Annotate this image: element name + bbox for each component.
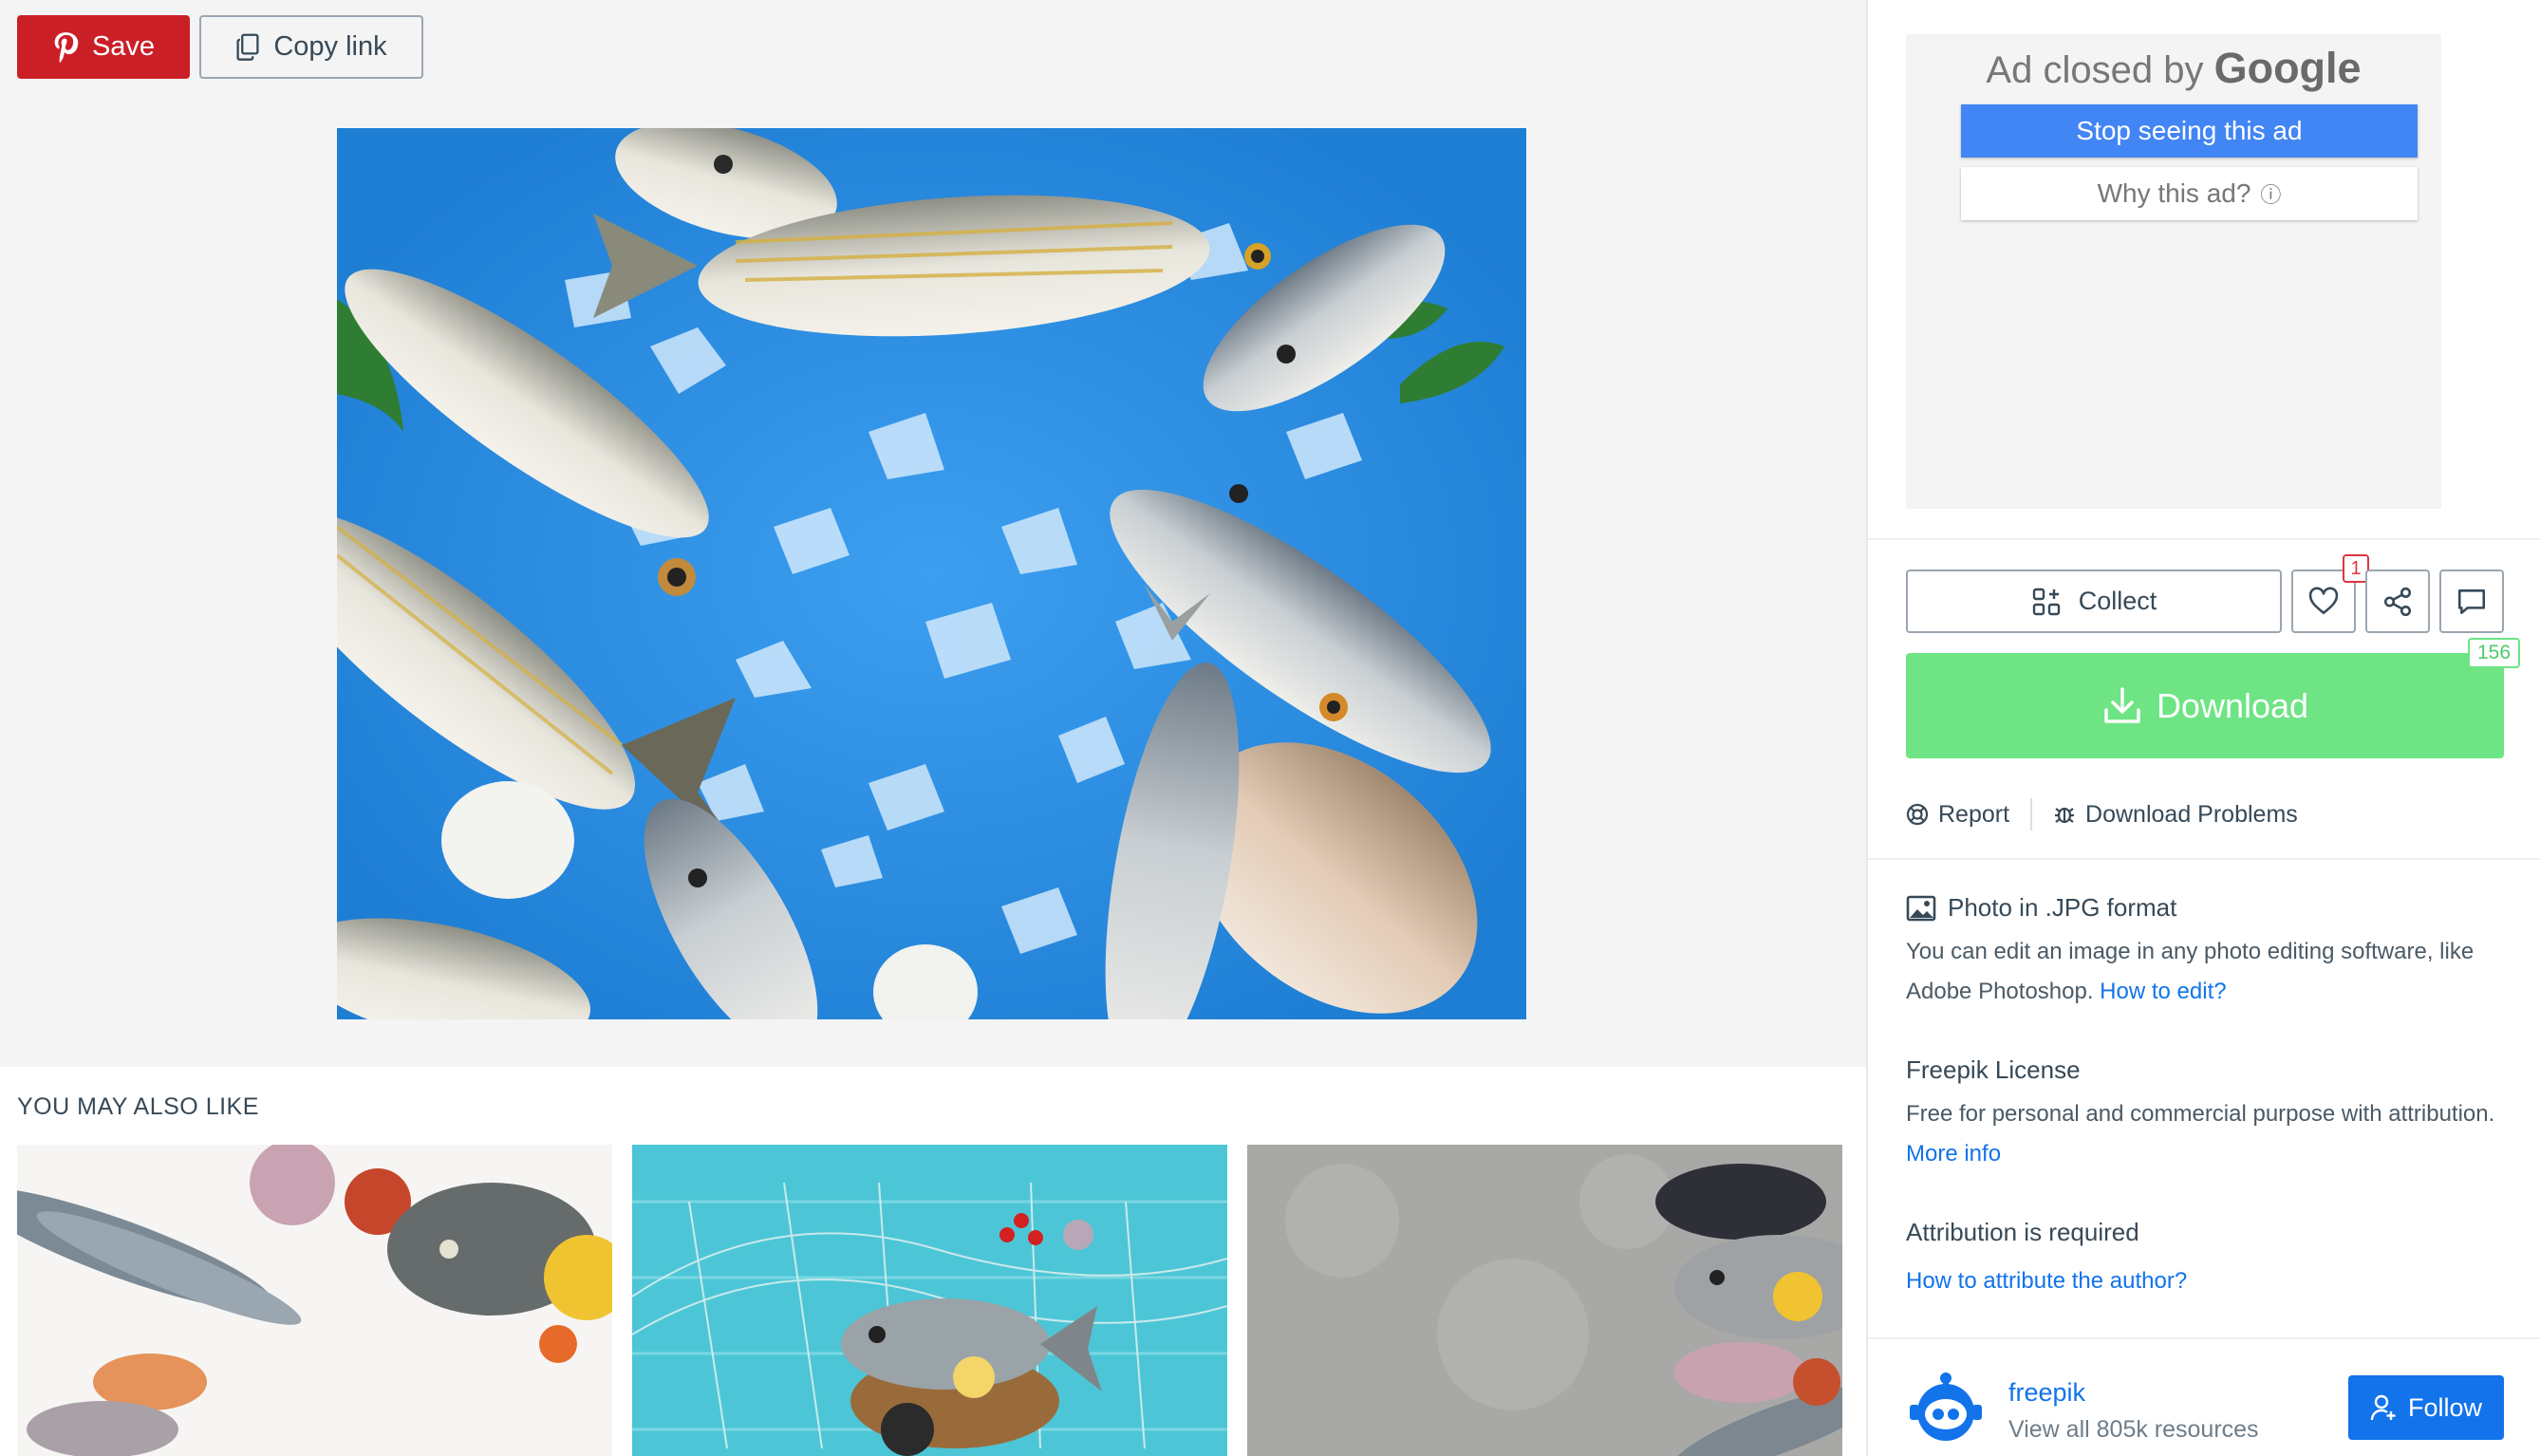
collect-icon [2032,588,2060,615]
copy-icon [236,33,259,61]
more-info-link[interactable]: More info [1906,1141,2001,1167]
attribution-title: Attribution is required [1906,1218,2139,1246]
download-label: Download [2156,685,2309,725]
follow-button[interactable]: Follow [2348,1375,2504,1440]
attribution-description: How to attribute the author? [1906,1261,2504,1301]
resource-viewer-panel: Save Copy link YOU MAY ALSO LIKE [0,0,1866,1456]
image-viewer: Save Copy link [0,0,1866,1067]
comment-button[interactable] [2439,569,2504,633]
lifebuoy-icon [1906,803,1929,826]
freepik-avatar-icon[interactable] [1906,1367,1986,1447]
license-text: Free for personal and commercial purpose… [1906,1101,2495,1127]
download-icon [2104,686,2140,723]
format-title: Photo in .JPG format [1906,893,2176,923]
download-count-badge: 156 [2468,638,2521,668]
divider [1868,858,2540,860]
divider [1868,538,2540,540]
why-this-ad-label: Why this ad? [2097,178,2251,208]
resource-details-panel: Ad closed by Google Stop seeing this ad … [1868,0,2540,1456]
related-thumbnail[interactable] [632,1145,1227,1456]
heart-icon [2308,587,2339,614]
bug-icon [2055,807,2075,824]
author-resources-link[interactable]: View all 805k resources [2008,1416,2259,1444]
collect-button[interactable]: Collect [1906,569,2282,633]
how-to-edit-link[interactable]: How to edit? [2100,979,2226,1004]
copy-link-button[interactable]: Copy link [199,15,423,79]
ad-closed-prefix: Ad closed by [1986,49,2204,91]
image-icon [1906,895,1936,921]
license-description: Free for personal and commercial purpose… [1906,1094,2504,1174]
comment-icon [2457,588,2486,614]
ad-closed-box: Ad closed by Google Stop seeing this ad … [1906,34,2441,509]
pinterest-save-button[interactable]: Save [17,15,190,79]
format-description: You can edit an image in any photo editi… [1906,932,2504,1012]
divider [1868,1337,2540,1339]
download-button[interactable]: Download [1906,653,2504,758]
report-label: Report [1938,800,2010,828]
stop-seeing-ad-button[interactable]: Stop seeing this ad [1961,104,2418,158]
save-label: Save [91,31,156,62]
download-problems-link[interactable]: Download Problems [2053,801,2298,829]
report-link[interactable]: Report [1906,801,2009,829]
share-icon [2383,587,2412,616]
download-problems-label: Download Problems [2085,800,2298,828]
format-title-text: Photo in .JPG format [1948,893,2177,922]
collect-label: Collect [2078,587,2157,615]
info-icon: ⓘ [2260,183,2282,207]
why-this-ad-button[interactable]: Why this ad? ⓘ [1961,167,2418,220]
attribute-author-link[interactable]: How to attribute the author? [1906,1268,2187,1294]
main-photo [337,128,1526,1019]
license-title: Freepik License [1906,1055,2081,1084]
share-button[interactable] [2365,569,2430,633]
pinterest-icon [54,31,79,63]
support-links: Report Download Problems [1906,797,2298,831]
user-follow-icon [2370,1394,2396,1421]
google-logo: Google [2213,44,2362,92]
related-thumbnail[interactable] [17,1145,612,1456]
related-section-title: YOU MAY ALSO LIKE [17,1093,259,1120]
follow-label: Follow [2407,1392,2483,1422]
ad-closed-text: Ad closed by Google [1906,44,2441,93]
related-thumbnail[interactable] [1247,1145,1842,1456]
links-separator [2030,798,2033,831]
author-name-link[interactable]: freepik [2008,1378,2085,1408]
copy-link-label: Copy link [273,31,387,62]
